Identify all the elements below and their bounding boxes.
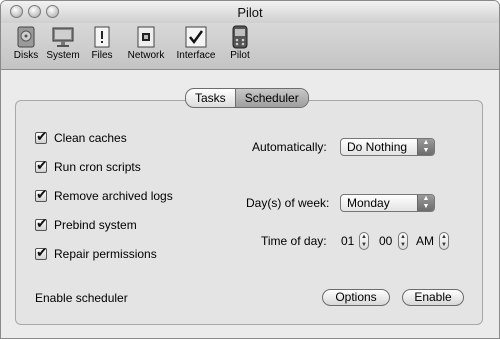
checkbox-remove-archived-logs[interactable]: Remove archived logs — [35, 186, 173, 204]
automatically-label: Automatically: — [252, 140, 327, 154]
checkbox-repair-permissions[interactable]: Repair permissions — [35, 244, 157, 262]
ampm-field[interactable]: AM — [416, 234, 434, 248]
checkbox[interactable] — [35, 186, 48, 203]
enable-button[interactable]: Enable — [402, 289, 464, 306]
checkbox[interactable] — [35, 244, 48, 261]
checkbox-clean-caches[interactable]: Clean caches — [35, 128, 127, 146]
checkbox-icon — [185, 26, 207, 48]
time-of-day-label: Time of day: — [261, 234, 327, 248]
days-of-week-popup[interactable]: Monday ▲ ▼ — [340, 194, 435, 212]
checkbox[interactable] — [35, 157, 48, 174]
toolbar: Disks System Files Network Interface Pil… — [1, 23, 499, 70]
checkbox-prebind-system[interactable]: Prebind system — [35, 215, 137, 233]
pilot-window: Pilot Disks System Files Network Interfa… — [0, 0, 500, 339]
checkbox[interactable] — [35, 215, 48, 232]
tab-control: Tasks Scheduler — [185, 88, 309, 108]
title-bar: Pilot — [1, 1, 499, 23]
checkbox[interactable] — [35, 128, 48, 145]
minute-stepper[interactable]: ▲ ▼ — [398, 232, 408, 250]
files-icon — [94, 26, 110, 48]
network-icon — [137, 26, 155, 48]
minute-field[interactable]: 00 — [379, 234, 392, 248]
popup-arrows-icon: ▲ ▼ — [417, 139, 434, 155]
toolbar-item-pilot[interactable]: Pilot — [227, 25, 253, 61]
hour-stepper[interactable]: ▲ ▼ — [359, 232, 369, 250]
automatically-popup[interactable]: Do Nothing ▲ ▼ — [340, 138, 435, 156]
toolbar-item-interface[interactable]: Interface — [174, 25, 218, 61]
toolbar-item-disks[interactable]: Disks — [9, 25, 43, 61]
toolbar-item-files[interactable]: Files — [89, 25, 115, 61]
toolbar-item-system[interactable]: System — [45, 25, 81, 61]
popup-arrows-icon: ▲ ▼ — [417, 195, 434, 211]
hour-field[interactable]: 01 — [341, 234, 354, 248]
options-button[interactable]: Options — [322, 289, 390, 306]
toolbar-item-network[interactable]: Network — [124, 25, 168, 61]
ampm-stepper[interactable]: ▲ ▼ — [439, 232, 449, 250]
enable-scheduler-label: Enable scheduler — [35, 291, 128, 305]
monitor-icon — [52, 27, 74, 47]
days-of-week-label: Day(s) of week: — [246, 196, 330, 210]
checkbox-run-cron-scripts[interactable]: Run cron scripts — [35, 157, 141, 175]
disk-icon — [17, 26, 35, 48]
pilot-icon — [232, 25, 248, 49]
tab-scheduler[interactable]: Scheduler — [234, 89, 308, 107]
tab-tasks[interactable]: Tasks — [186, 89, 235, 107]
window-title: Pilot — [237, 5, 263, 20]
